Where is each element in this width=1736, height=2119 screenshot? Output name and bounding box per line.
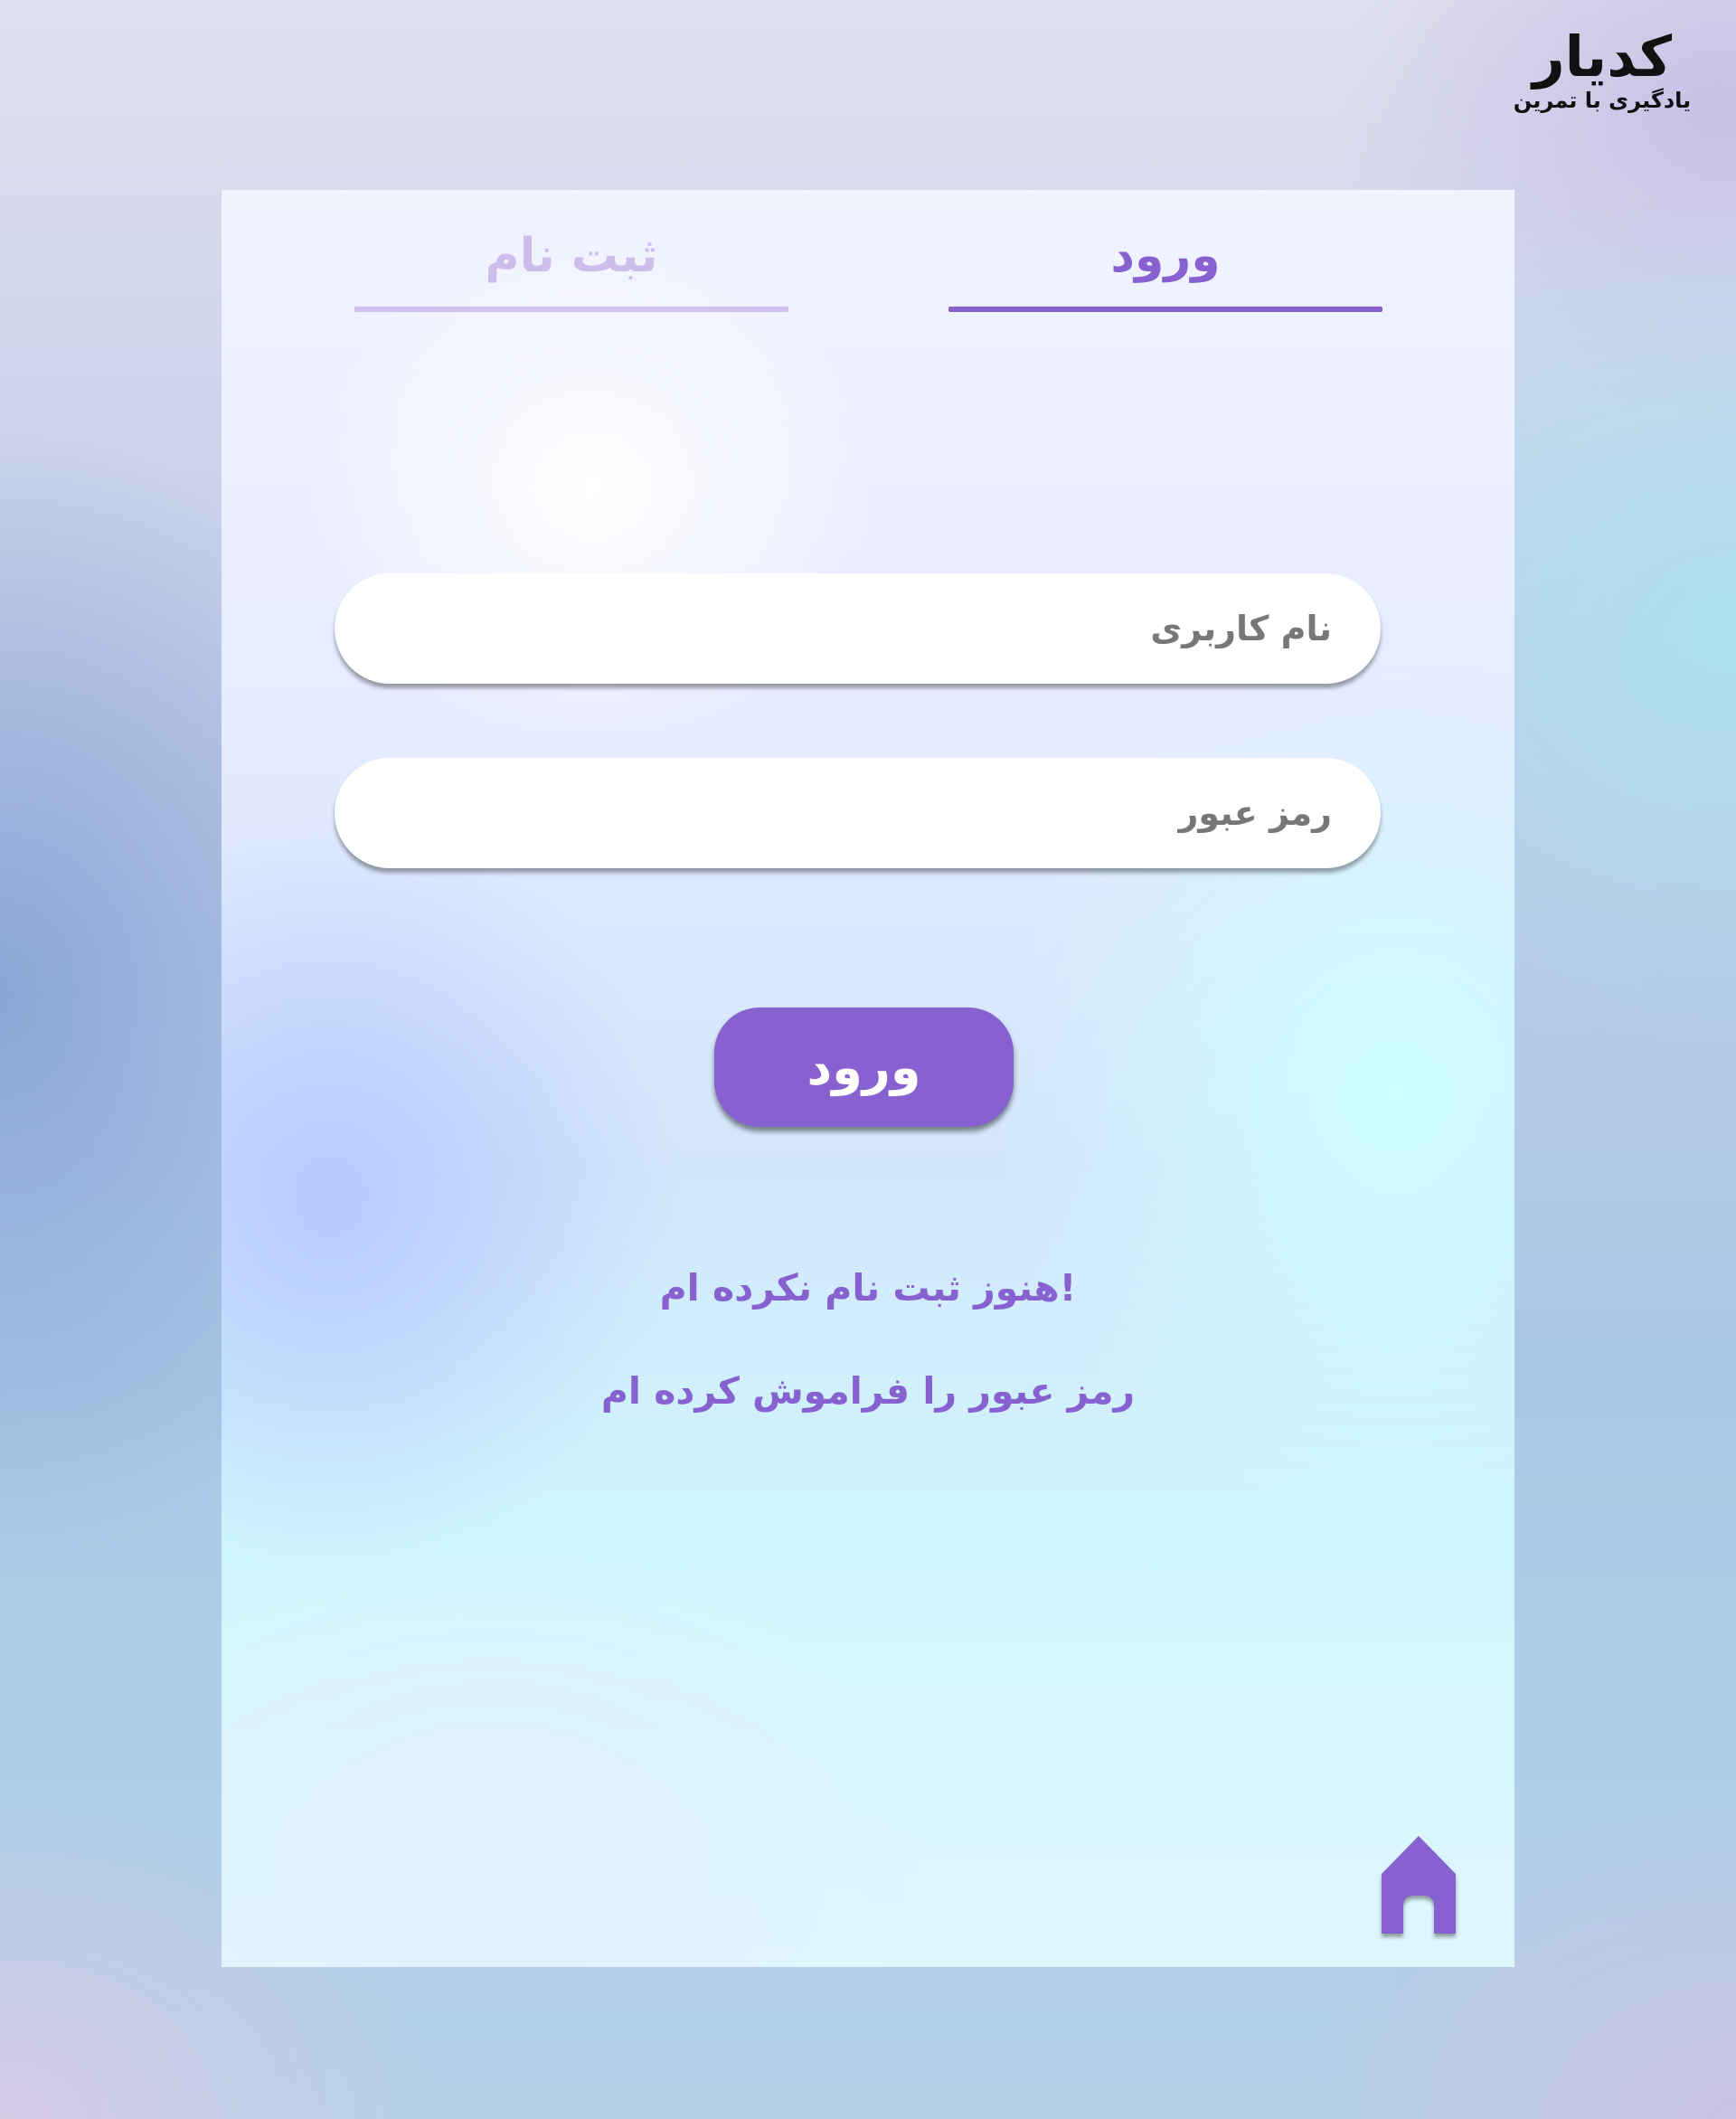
forgot-password-link[interactable]: رمز عبور را فراموش کرده ام (222, 1366, 1514, 1416)
tab-register-underline (354, 307, 788, 312)
username-input[interactable] (335, 573, 1381, 684)
brand-logo: کدیار یادگیری با تمرین (1512, 25, 1693, 114)
auth-card: ثبت نام ورود ورود !هنوز ثبت نام نکرده ام… (222, 190, 1514, 1967)
password-input[interactable] (335, 758, 1381, 868)
brand-tagline: یادگیری با تمرین (1513, 88, 1692, 113)
tab-register-label: ثبت نام (485, 229, 658, 283)
auth-tabs: ثبت نام ورود (222, 190, 1514, 312)
tab-login-label: ورود (1110, 229, 1221, 283)
username-field-wrapper (335, 573, 1381, 684)
tab-login-underline (948, 307, 1382, 312)
home-icon (1382, 1836, 1456, 1934)
tab-login[interactable]: ورود (948, 190, 1382, 312)
home-button[interactable] (1378, 1834, 1459, 1934)
brand-name: کدیار (1532, 24, 1673, 90)
login-submit-button[interactable]: ورود (714, 1007, 1014, 1127)
not-registered-link[interactable]: !هنوز ثبت نام نکرده ام (222, 1263, 1514, 1313)
tab-register[interactable]: ثبت نام (354, 190, 788, 312)
password-field-wrapper (335, 758, 1381, 868)
